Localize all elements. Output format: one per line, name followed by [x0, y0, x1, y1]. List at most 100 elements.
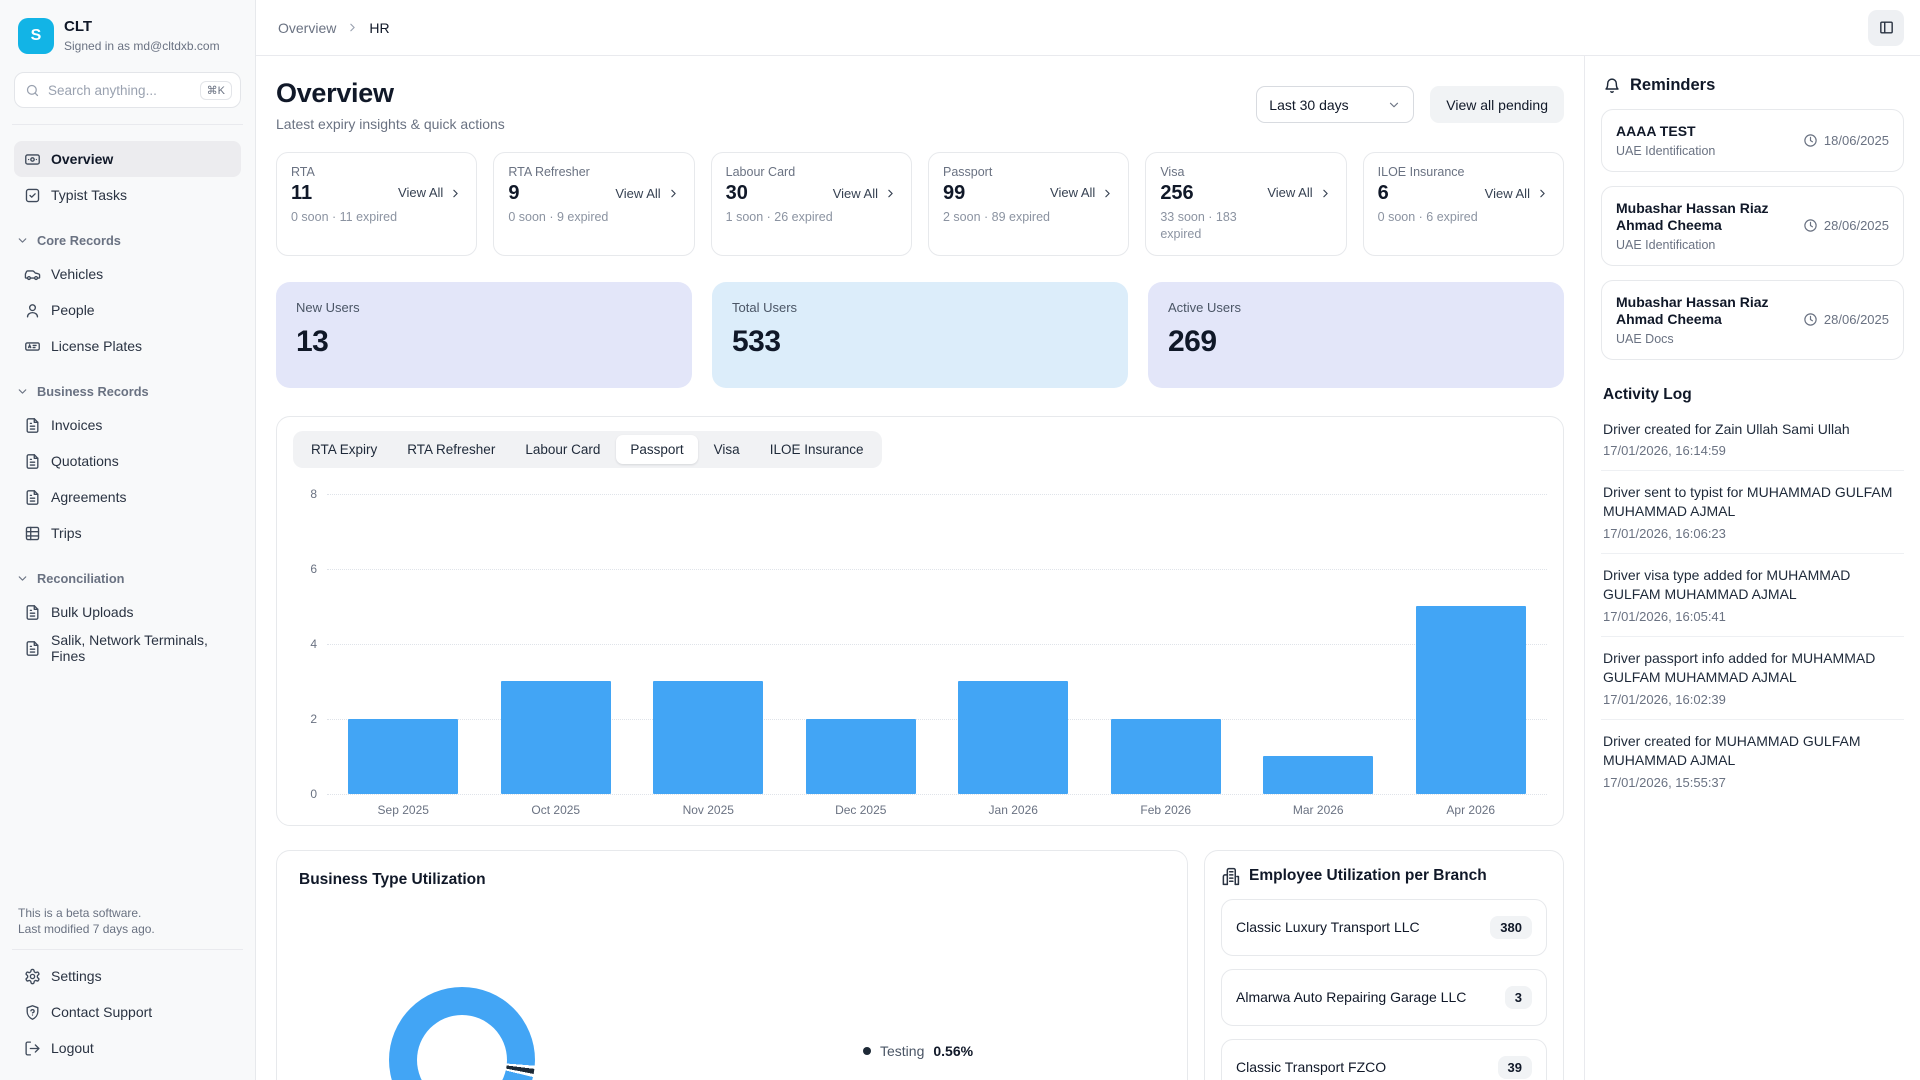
reminder-card: AAAA TEST UAE Identification 18/06/2025 — [1601, 109, 1904, 172]
view-all-link[interactable]: View All — [1267, 185, 1331, 202]
expiry-card-sub: 0 soon · 6 expired — [1378, 209, 1498, 226]
expiry-card-title: RTA Refresher — [508, 165, 679, 179]
stat-card-new-users: New Users 13 — [276, 282, 692, 388]
sidebar-item-label: Settings — [51, 968, 102, 984]
y-tick-label: 2 — [310, 712, 317, 726]
gridline — [327, 794, 1547, 795]
activity-log-item: Driver passport info added for MUHAMMAD … — [1601, 637, 1904, 720]
tab-labour-card[interactable]: Labour Card — [511, 435, 614, 464]
expiry-card-visa: Visa 256 View All 33 soon · 183 expired — [1145, 152, 1346, 256]
tab-passport[interactable]: Passport — [616, 435, 697, 464]
y-tick-label: 6 — [310, 562, 317, 576]
chart-tabs: RTA Expiry RTA Refresher Labour Card Pas… — [293, 431, 882, 468]
x-tick-label: Oct 2025 — [480, 803, 633, 817]
sidebar-item-invoices[interactable]: Invoices — [14, 407, 241, 443]
expiry-card-sub: 0 soon · 11 expired — [291, 209, 411, 226]
sidebar-item-label: Logout — [51, 1040, 94, 1056]
stat-value: 13 — [296, 325, 672, 359]
document-icon — [24, 417, 41, 434]
donut-legend: Testing 0.56% SVT 99.44% — [863, 1043, 973, 1080]
beta-note-line2: Last modified 7 days ago. — [18, 921, 237, 937]
bar-Oct 2025 — [501, 681, 611, 794]
expiry-card-iloe-insurance: ILOE Insurance 6 View All 0 soon · 6 exp… — [1363, 152, 1564, 256]
chevron-down-icon — [16, 234, 29, 247]
expiry-card-rta: RTA 11 View All 0 soon · 11 expired — [276, 152, 477, 256]
breadcrumb-hr: HR — [369, 20, 389, 36]
sidebar-item-overview[interactable]: Overview — [14, 141, 241, 177]
tab-iloe-insurance[interactable]: ILOE Insurance — [756, 435, 878, 464]
bar-slot — [632, 494, 785, 794]
reminder-card: Mubashar Hassan Riaz Ahmad Cheema UAE Id… — [1601, 186, 1904, 266]
dashboard-content: Overview Latest expiry insights & quick … — [256, 56, 1584, 1080]
sidebar-item-typist-tasks[interactable]: Typist Tasks — [14, 177, 241, 213]
legend-item-testing: Testing 0.56% — [863, 1043, 973, 1059]
sidebar-item-agreements[interactable]: Agreements — [14, 479, 241, 515]
sidebar-item-contact-support[interactable]: Contact Support — [14, 994, 241, 1030]
business-type-utilization-card: Business Type Utilization Testing 0.56% … — [276, 850, 1188, 1080]
topbar: Overview HR — [256, 0, 1920, 56]
sidebar-item-logout[interactable]: Logout — [14, 1030, 241, 1066]
sidebar-item-settings[interactable]: Settings — [14, 958, 241, 994]
section-business-records[interactable]: Business Records — [16, 384, 239, 399]
bar-chart: 02468 — [293, 494, 1547, 794]
workspace-switcher[interactable]: S CLT Signed in as md@cltdxb.com — [14, 16, 241, 56]
reminder-card: Mubashar Hassan Riaz Ahmad Cheema UAE Do… — [1601, 280, 1904, 360]
toggle-right-panel-button[interactable] — [1868, 10, 1904, 46]
gear-icon — [24, 968, 41, 985]
sidebar-item-label: Invoices — [51, 417, 102, 433]
breadcrumb-overview[interactable]: Overview — [278, 20, 336, 36]
x-tick-label: Feb 2026 — [1090, 803, 1243, 817]
reminders-title: Reminders — [1630, 76, 1715, 95]
tab-rta-expiry[interactable]: RTA Expiry — [297, 435, 391, 464]
page-subtitle: Latest expiry insights & quick actions — [276, 116, 505, 132]
sidebar-item-trips[interactable]: Trips — [14, 515, 241, 551]
bar-slot — [480, 494, 633, 794]
search-icon — [25, 83, 40, 98]
business-type-title: Business Type Utilization — [299, 871, 1165, 889]
tab-visa[interactable]: Visa — [700, 435, 754, 464]
activity-log-item: Driver sent to typist for MUHAMMAD GULFA… — [1601, 471, 1904, 554]
view-all-link[interactable]: View All — [1050, 185, 1114, 202]
panel-layout-icon — [1878, 19, 1895, 36]
search-input[interactable] — [48, 83, 192, 98]
expiry-cards-row: RTA 11 View All 0 soon · 11 expired RTA … — [276, 152, 1564, 256]
chevron-right-icon — [346, 21, 359, 34]
stat-label: New Users — [296, 300, 672, 315]
y-tick-label: 0 — [310, 787, 317, 801]
sidebar: S CLT Signed in as md@cltdxb.com ⌘K Over… — [0, 0, 256, 1080]
expiry-card-count: 6 — [1378, 182, 1389, 205]
view-all-link[interactable]: View All — [833, 186, 897, 201]
section-core-records[interactable]: Core Records — [16, 233, 239, 248]
view-all-pending-button[interactable]: View all pending — [1430, 86, 1564, 123]
sidebar-item-bulk-uploads[interactable]: Bulk Uploads — [14, 594, 241, 630]
view-all-link[interactable]: View All — [1485, 186, 1549, 201]
logout-icon — [24, 1040, 41, 1057]
count-badge: 380 — [1490, 916, 1532, 939]
stat-label: Active Users — [1168, 300, 1544, 315]
bar-Apr 2026 — [1416, 606, 1526, 794]
expiry-card-sub: 33 soon · 183 expired — [1160, 209, 1280, 243]
date-range-select[interactable]: Last 30 days — [1256, 86, 1414, 123]
search-box[interactable]: ⌘K — [14, 72, 241, 108]
stat-value: 269 — [1168, 325, 1544, 359]
bar-slot — [785, 494, 938, 794]
activity-log-item: Driver visa type added for MUHAMMAD GULF… — [1601, 554, 1904, 637]
help-shield-icon — [24, 1004, 41, 1021]
expiry-card-sub: 1 soon · 26 expired — [726, 209, 846, 226]
sidebar-item-people[interactable]: People — [14, 292, 241, 328]
breadcrumb: Overview HR — [278, 20, 390, 36]
sidebar-footer: This is a beta software. Last modified 7… — [14, 905, 241, 1066]
count-badge: 39 — [1498, 1056, 1532, 1079]
sidebar-item-license-plates[interactable]: License Plates — [14, 328, 241, 364]
tab-rta-refresher[interactable]: RTA Refresher — [393, 435, 509, 464]
chart-plot-area — [327, 494, 1547, 794]
sidebar-item-quotations[interactable]: Quotations — [14, 443, 241, 479]
sidebar-item-salik-network-terminals-fines[interactable]: Salik, Network Terminals, Fines — [14, 630, 241, 666]
view-all-link[interactable]: View All — [398, 185, 462, 202]
branch-row-classic-luxury: Classic Luxury Transport LLC 380 — [1221, 899, 1547, 956]
sidebar-item-vehicles[interactable]: Vehicles — [14, 256, 241, 292]
x-tick-label: Mar 2026 — [1242, 803, 1395, 817]
section-reconciliation[interactable]: Reconciliation — [16, 571, 239, 586]
view-all-link[interactable]: View All — [615, 186, 679, 201]
bar-Nov 2025 — [653, 681, 763, 794]
